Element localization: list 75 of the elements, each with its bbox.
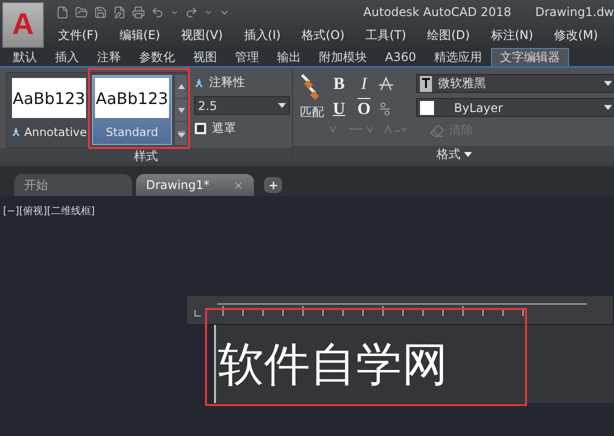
style-name: Standard xyxy=(106,125,158,139)
dropdown-arrow-icon xyxy=(604,81,612,86)
italic-button[interactable]: I xyxy=(354,74,374,94)
expand-button[interactable] xyxy=(175,122,187,146)
style-preview: AaBb123 xyxy=(95,78,169,118)
case-icon xyxy=(384,124,406,134)
text-height-dropdown[interactable]: 2.5 xyxy=(194,96,290,115)
new-tab-button[interactable] xyxy=(264,177,282,193)
annotative-icon xyxy=(194,78,204,88)
ribbon-tab[interactable]: 附加模块 xyxy=(310,48,376,66)
undo-icon[interactable] xyxy=(151,6,164,18)
text-edit-area[interactable]: 软件自学网 xyxy=(214,325,614,403)
ribbon-tab[interactable]: 默认 xyxy=(4,48,46,66)
menu-item[interactable]: 文件(F) xyxy=(58,26,98,44)
ribbon-tab[interactable]: 文字编辑器 xyxy=(491,48,570,66)
printer-icon[interactable] xyxy=(132,6,145,18)
match-label[interactable]: 匹配 xyxy=(300,104,324,121)
dropdown-arrow-icon xyxy=(278,103,286,108)
redo-icon[interactable] xyxy=(185,6,198,18)
strikethrough-icon[interactable] xyxy=(379,77,393,91)
ribbon-tab[interactable]: 管理 xyxy=(226,48,268,66)
ribbon-tab[interactable]: 参数化 xyxy=(130,48,184,66)
window-title: Autodesk AutoCAD 2018 xyxy=(363,5,512,19)
eraser-icon xyxy=(430,124,444,138)
ribbon-tab[interactable]: A360 xyxy=(376,48,426,66)
scroll-down-button[interactable] xyxy=(175,98,187,122)
open-folder-icon[interactable] xyxy=(75,6,88,18)
font-dropdown[interactable]: 微软雅黑 xyxy=(416,74,614,93)
ribbon-tab[interactable]: 输出 xyxy=(268,48,310,66)
file-name: Drawing1.dw xyxy=(535,5,614,19)
scroll-up-button[interactable] xyxy=(175,75,187,98)
dropdown-arrow-icon xyxy=(604,105,612,110)
style-preview: AaBb123 xyxy=(12,78,86,118)
ribbon-tab[interactable]: 插入 xyxy=(46,48,88,66)
ribbon-tab[interactable]: 注释 xyxy=(88,48,130,66)
menu-item[interactable]: 绘图(D) xyxy=(427,26,470,44)
text-style-item[interactable]: AaBb123 Annotative xyxy=(9,75,89,145)
save-as-icon[interactable] xyxy=(113,6,126,18)
overline-button[interactable]: O xyxy=(354,99,374,119)
menu-item[interactable]: 修改(M) xyxy=(554,26,598,44)
menu-item[interactable]: 工具(T) xyxy=(366,26,406,44)
panel-title: 格式 xyxy=(436,146,460,162)
document-tab[interactable]: 开始 xyxy=(14,174,132,196)
stack-icon[interactable] xyxy=(379,101,391,117)
annotative-label[interactable]: 注释性 xyxy=(209,74,245,91)
menu-item[interactable]: 格式(O) xyxy=(302,26,345,44)
bold-button[interactable]: B xyxy=(329,74,349,94)
new-file-icon[interactable] xyxy=(56,6,69,18)
panel-title: 样式 xyxy=(134,148,158,164)
close-icon[interactable] xyxy=(233,180,244,190)
editor-text: 软件自学网 xyxy=(217,341,448,387)
menu-item[interactable]: 视图(V) xyxy=(181,26,223,44)
down-arrow-icon xyxy=(178,108,184,112)
document-tab[interactable]: Drawing1* xyxy=(136,174,254,196)
mask-icon xyxy=(194,122,207,135)
text-ruler[interactable] xyxy=(186,295,614,325)
mask-label[interactable]: 遮罩 xyxy=(212,120,236,137)
underline-button[interactable]: U xyxy=(329,99,349,119)
save-icon[interactable] xyxy=(94,6,107,18)
expand-icon xyxy=(178,130,184,137)
menu-item[interactable]: 插入(I) xyxy=(244,26,281,44)
annotative-icon xyxy=(11,127,22,137)
color-swatch xyxy=(420,100,434,114)
menu-item[interactable]: 编辑(E) xyxy=(119,26,160,44)
plus-icon xyxy=(268,180,278,190)
menu-item[interactable]: 标注(N) xyxy=(490,26,534,44)
truetype-icon xyxy=(420,76,432,92)
text-style-item[interactable]: AaBb123 Standard xyxy=(92,75,172,145)
viewport-controls[interactable]: [−][俯视][二维线框] xyxy=(0,204,95,218)
caret-icon[interactable] xyxy=(464,152,472,156)
up-arrow-icon xyxy=(178,84,184,89)
color-dropdown[interactable]: ByLayer xyxy=(416,98,614,117)
ribbon-tab[interactable]: 视图 xyxy=(184,48,226,66)
style-name: Annotative xyxy=(24,125,87,139)
ribbon-tab[interactable]: 精选应用 xyxy=(425,48,492,66)
